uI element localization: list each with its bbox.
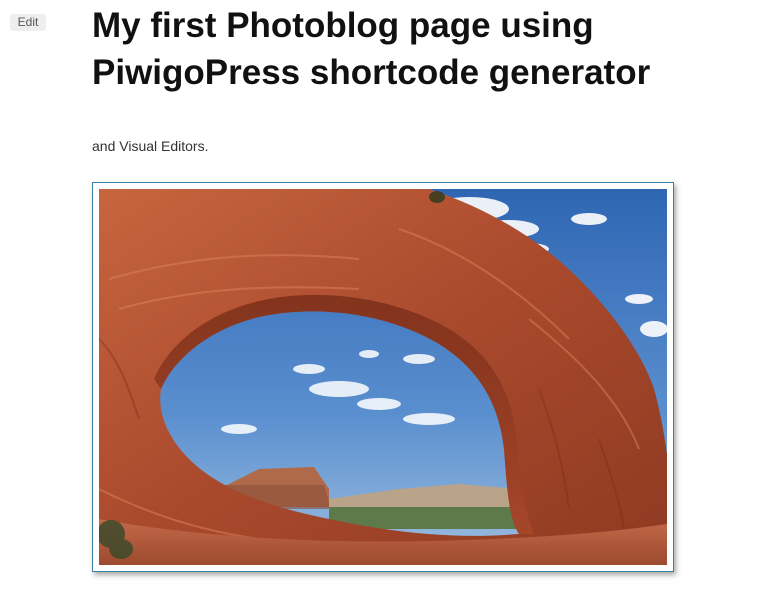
post-intro-text: and Visual Editors. [92, 138, 209, 154]
sandstone-arch-photo [99, 189, 667, 565]
page-title: My first Photoblog page using PiwigoPres… [92, 6, 651, 92]
photo-frame[interactable] [92, 182, 674, 572]
edit-link[interactable]: Edit [10, 14, 46, 31]
